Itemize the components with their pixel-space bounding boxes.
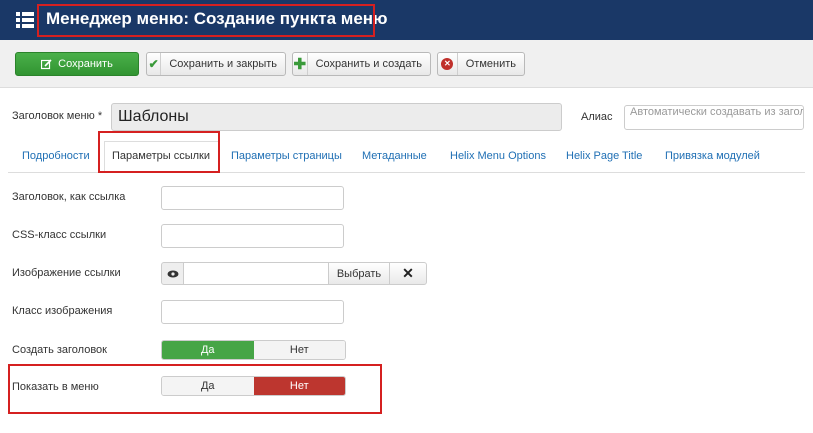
check-icon: ✔ — [147, 53, 162, 75]
save-new-label: Сохранить и создать — [315, 58, 422, 70]
eye-icon[interactable] — [161, 262, 184, 285]
link-title-input[interactable] — [161, 186, 344, 210]
save-close-button[interactable]: ✔ Сохранить и закрыть — [146, 52, 286, 76]
link-image-label: Изображение ссылки — [12, 267, 121, 279]
link-image-field: Выбрать ✕ — [161, 262, 427, 285]
title-highlight-box — [37, 4, 375, 37]
clear-image-icon[interactable]: ✕ — [389, 262, 427, 285]
image-select-button[interactable]: Выбрать — [328, 262, 390, 285]
tab-page-display[interactable]: Параметры страницы — [231, 150, 342, 162]
image-class-input[interactable] — [161, 300, 344, 324]
cancel-button[interactable]: ✕ Отменить — [437, 52, 525, 76]
alias-input[interactable]: Автоматически создавать из заголовка — [624, 105, 804, 130]
save-close-label: Сохранить и закрыть — [169, 58, 277, 70]
create-heading-switch: Да Нет — [161, 340, 346, 360]
cancel-label: Отменить — [465, 58, 516, 70]
image-class-label: Класс изображения — [12, 305, 113, 317]
link-image-input[interactable] — [183, 262, 329, 285]
save-new-button[interactable]: ✚ Сохранить и создать — [292, 52, 431, 76]
tab-details[interactable]: Подробности — [22, 150, 90, 162]
cancel-icon: ✕ — [438, 53, 458, 75]
edit-icon — [41, 53, 52, 75]
list-icon — [16, 12, 34, 28]
toolbar: Сохранить ✔ Сохранить и закрыть ✚ Сохран… — [0, 40, 813, 88]
link-css-label: CSS-класс ссылки — [12, 229, 107, 241]
tab-highlight-box — [98, 131, 220, 173]
show-in-menu-highlight-box — [8, 364, 382, 414]
link-css-input[interactable] — [161, 224, 344, 248]
menu-title-input[interactable]: Шаблоны — [111, 103, 562, 131]
tab-helix-menu-options[interactable]: Helix Menu Options — [450, 150, 546, 162]
create-heading-label: Создать заголовок — [12, 344, 107, 356]
alias-label: Алиас — [581, 111, 613, 123]
create-heading-yes[interactable]: Да — [162, 341, 254, 359]
tab-module-assignment[interactable]: Привязка модулей — [665, 150, 760, 162]
create-heading-no[interactable]: Нет — [253, 341, 345, 359]
link-title-label: Заголовок, как ссылка — [12, 191, 126, 203]
plus-icon: ✚ — [293, 53, 308, 75]
save-label: Сохранить — [58, 58, 113, 70]
save-button[interactable]: Сохранить — [15, 52, 139, 76]
tab-metadata[interactable]: Метаданные — [362, 150, 427, 162]
tab-helix-page-title[interactable]: Helix Page Title — [566, 150, 642, 162]
menu-title-label: Заголовок меню * — [12, 110, 103, 122]
